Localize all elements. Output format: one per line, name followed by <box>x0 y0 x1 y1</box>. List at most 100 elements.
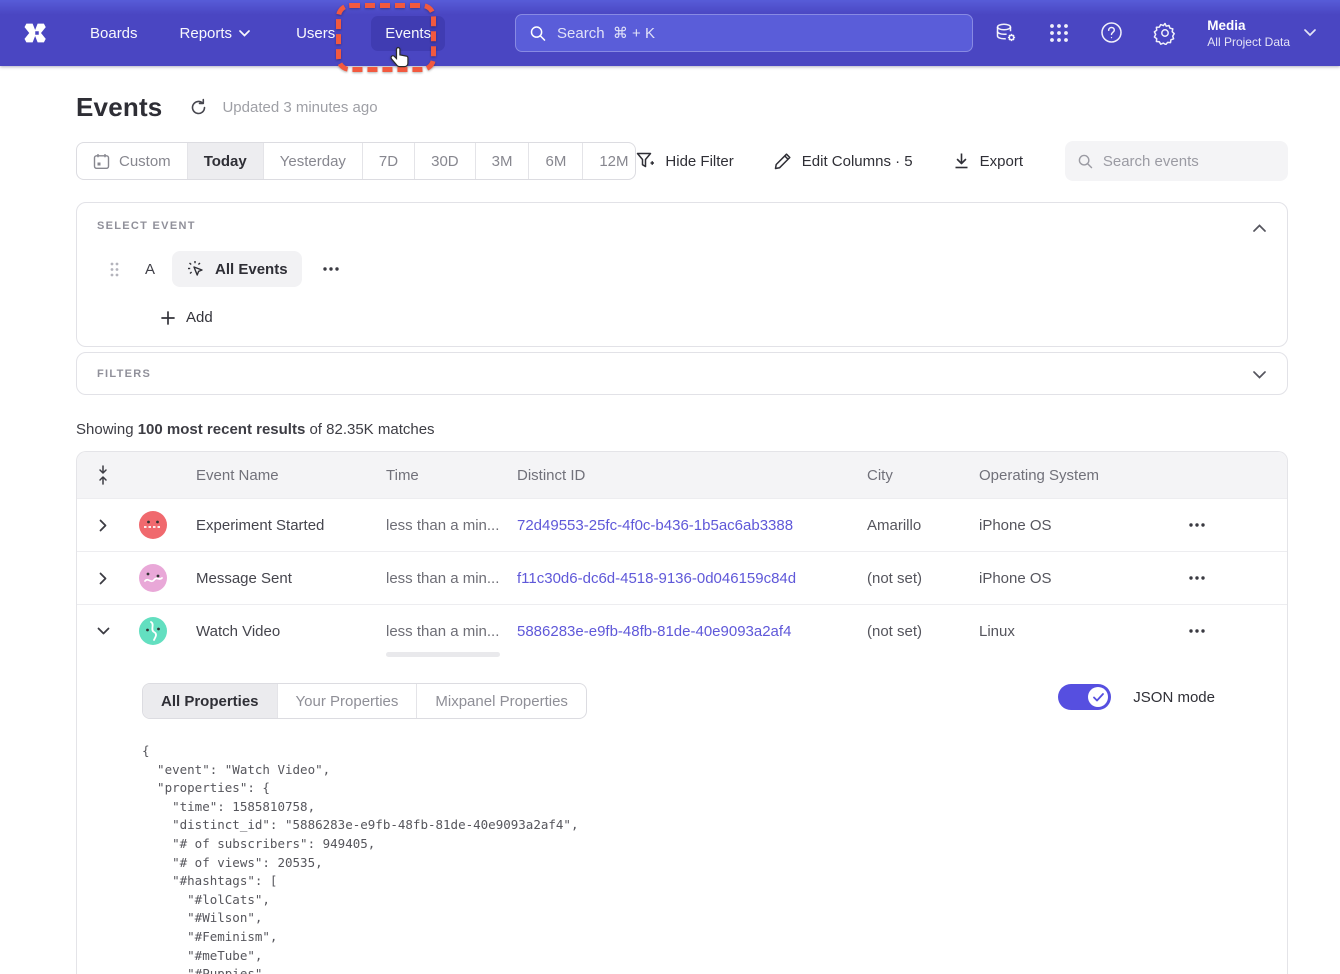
event-json-view: { "event": "Watch Video", "properties": … <box>142 742 1263 974</box>
nav-item-reports[interactable]: Reports <box>180 25 251 42</box>
date-range-30d[interactable]: 30D <box>415 143 476 179</box>
event-city: Amarillo <box>867 517 979 534</box>
project-selector[interactable]: Media All Project Data <box>1207 17 1330 50</box>
top-nav: Boards Reports Users Events <box>0 0 1340 66</box>
select-event-panel: SELECT EVENT A All Events <box>76 202 1288 347</box>
nav-item-boards[interactable]: Boards <box>90 25 138 42</box>
nav-item-users-label: Users <box>296 25 335 42</box>
date-range-3m[interactable]: 3M <box>476 143 530 179</box>
plus-icon <box>161 311 175 325</box>
settings-gear-icon[interactable] <box>1153 21 1177 45</box>
col-city[interactable]: City <box>867 467 979 484</box>
date-range-7d[interactable]: 7D <box>363 143 415 179</box>
table-row[interactable]: Message Sent less than a min... f11c30d6… <box>77 551 1287 604</box>
date-range-control: Custom Today Yesterday 7D 30D 3M 6M 12M <box>76 142 636 180</box>
event-avatar <box>125 511 181 539</box>
event-name: Message Sent <box>181 570 386 587</box>
event-os: Linux <box>979 623 1169 640</box>
json-mode-label: JSON mode <box>1133 689 1215 706</box>
add-event-button[interactable]: Add <box>161 309 1267 326</box>
expand-row-chevron-right-icon[interactable] <box>77 572 125 585</box>
date-range-6m[interactable]: 6M <box>529 143 583 179</box>
updated-timestamp: Updated 3 minutes ago <box>222 99 377 116</box>
row-more-icon[interactable] <box>1169 576 1287 580</box>
date-range-12m[interactable]: 12M <box>583 143 636 179</box>
export-button[interactable]: Export <box>953 152 1023 170</box>
collapse-rows-icon[interactable] <box>77 465 125 485</box>
edit-columns-button[interactable]: Edit Columns · 5 <box>774 152 913 170</box>
hide-filter-button[interactable]: Hide Filter <box>636 152 733 170</box>
table-row[interactable]: Experiment Started less than a min... 72… <box>77 498 1287 551</box>
event-city: (not set) <box>867 570 979 587</box>
toggle-knob <box>1088 687 1108 707</box>
nav-item-events[interactable]: Events <box>371 16 445 51</box>
nav-item-users[interactable]: Users <box>296 25 335 42</box>
pencil-icon <box>774 152 792 170</box>
properties-tabs: All Properties Your Properties Mixpanel … <box>142 683 587 719</box>
results-summary: Showing 100 most recent results of 82.35… <box>76 421 1288 438</box>
collapse-panel-chevron-up-icon[interactable] <box>1253 219 1266 237</box>
nav-item-events-label: Events <box>385 25 431 42</box>
table-row-expanded[interactable]: Watch Video less than a min... 5886283e-… <box>77 604 1287 657</box>
events-search-input[interactable] <box>1103 153 1275 170</box>
drag-handle-icon[interactable] <box>110 262 119 277</box>
col-time[interactable]: Time <box>386 467 517 484</box>
global-search-input[interactable] <box>557 25 958 42</box>
chevron-down-icon <box>1304 29 1316 37</box>
tab-your-properties[interactable]: Your Properties <box>278 684 418 718</box>
tab-all-properties[interactable]: All Properties <box>143 684 278 718</box>
row-more-icon[interactable] <box>1169 629 1287 633</box>
project-subtitle: All Project Data <box>1207 35 1290 49</box>
event-os: iPhone OS <box>979 517 1169 534</box>
event-os: iPhone OS <box>979 570 1169 587</box>
row-more-icon[interactable] <box>1169 523 1287 527</box>
all-events-chip[interactable]: All Events <box>172 251 302 287</box>
refresh-icon[interactable] <box>189 98 208 117</box>
event-avatar <box>125 617 181 645</box>
results-count: 100 most recent results <box>138 421 306 438</box>
col-operating-system[interactable]: Operating System <box>979 467 1169 484</box>
events-search[interactable] <box>1065 141 1288 181</box>
collapse-row-chevron-down-icon[interactable] <box>77 627 125 635</box>
col-event-name[interactable]: Event Name <box>181 467 386 484</box>
filters-label: FILTERS <box>97 368 151 380</box>
event-more-icon[interactable] <box>319 263 343 275</box>
event-avatar <box>125 564 181 592</box>
chevron-down-icon <box>239 30 250 37</box>
global-search[interactable] <box>515 14 973 52</box>
events-table: Event Name Time Distinct ID City Operati… <box>76 451 1288 974</box>
apps-grid-icon[interactable] <box>1048 22 1070 44</box>
date-range-custom-label: Custom <box>119 153 171 170</box>
check-icon <box>1093 693 1104 702</box>
distinct-id-link[interactable]: f11c30d6-dc6d-4518-9136-0d046159c84d <box>517 570 867 587</box>
event-time: less than a min... <box>386 517 517 534</box>
edit-columns-label: Edit Columns · 5 <box>802 153 913 170</box>
expand-filters-chevron-down-icon[interactable] <box>1253 366 1266 384</box>
distinct-id-link[interactable]: 5886283e-e9fb-48fb-81de-40e9093a2af4 <box>517 623 867 640</box>
nav-item-boards-label: Boards <box>90 25 138 42</box>
filter-icon <box>636 152 655 170</box>
event-name: Experiment Started <box>181 517 386 534</box>
add-event-label: Add <box>186 309 213 326</box>
date-range-today[interactable]: Today <box>188 143 264 179</box>
mixpanel-logo-icon[interactable] <box>22 18 52 48</box>
project-name: Media <box>1207 17 1290 36</box>
json-mode-toggle[interactable] <box>1058 684 1111 710</box>
date-range-custom[interactable]: Custom <box>77 143 188 179</box>
expand-row-chevron-right-icon[interactable] <box>77 519 125 532</box>
date-range-yesterday[interactable]: Yesterday <box>264 143 363 179</box>
export-icon <box>953 152 970 170</box>
table-header: Event Name Time Distinct ID City Operati… <box>77 452 1287 498</box>
col-distinct-id[interactable]: Distinct ID <box>517 467 867 484</box>
event-name: Watch Video <box>181 623 386 640</box>
event-city: (not set) <box>867 623 979 640</box>
nav-item-reports-label: Reports <box>180 25 233 42</box>
filters-panel: FILTERS <box>76 352 1288 395</box>
results-prefix: Showing <box>76 421 138 438</box>
help-icon[interactable] <box>1100 21 1123 44</box>
click-sparkle-icon <box>186 259 206 279</box>
distinct-id-link[interactable]: 72d49553-25fc-4f0c-b436-1b5ac6ab3388 <box>517 517 867 534</box>
tab-mixpanel-properties[interactable]: Mixpanel Properties <box>417 684 586 718</box>
data-management-icon[interactable] <box>994 21 1018 45</box>
event-time: less than a min... <box>386 570 517 587</box>
